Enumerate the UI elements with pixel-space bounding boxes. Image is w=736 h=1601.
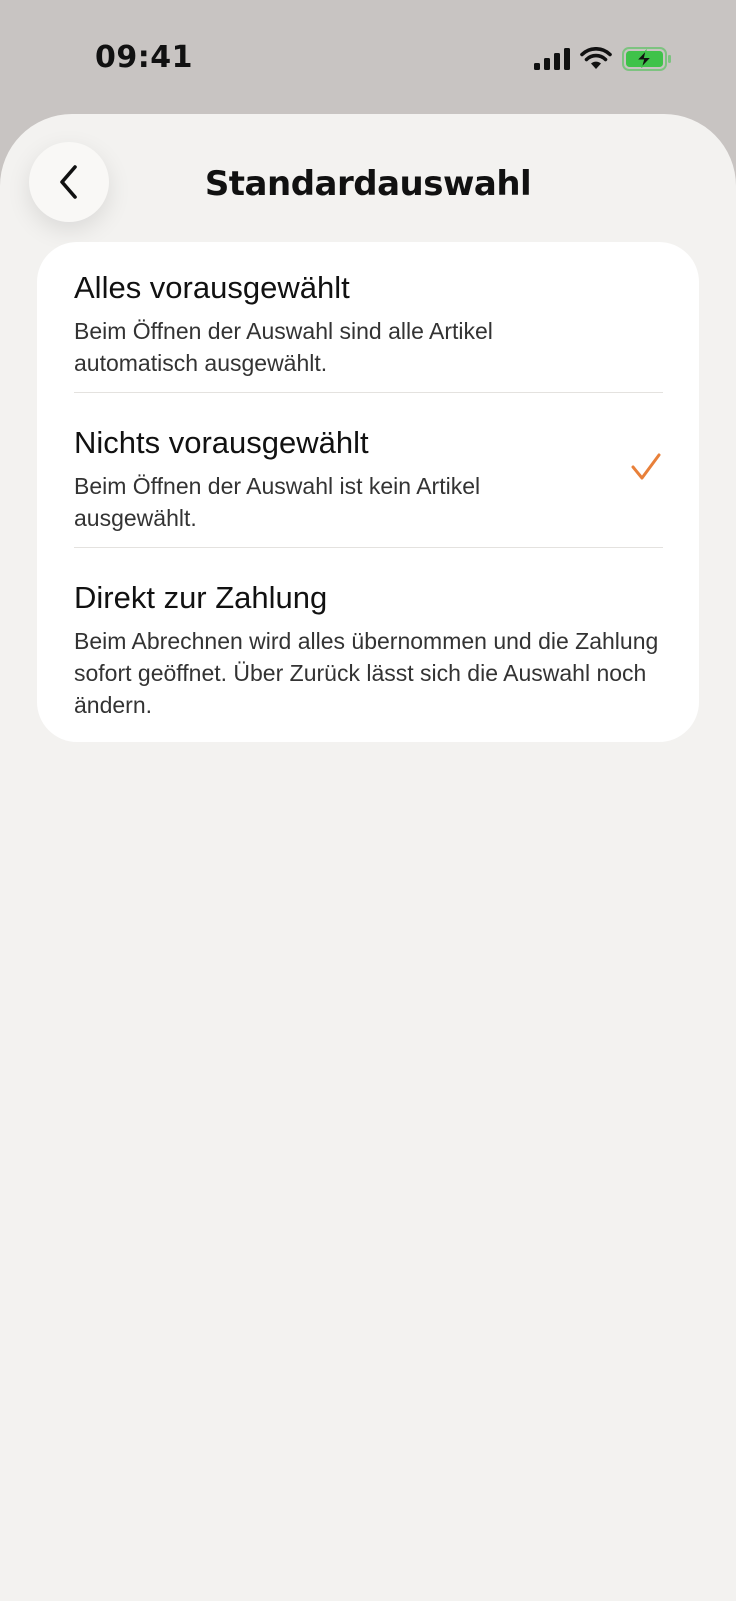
option-title: Nichts vorausgewählt (74, 425, 369, 460)
divider (74, 547, 663, 548)
option-alles-vorausgewaehlt[interactable]: Alles vorausgewählt Beim Öffnen der Ausw… (74, 269, 664, 379)
cellular-signal-icon (534, 48, 570, 70)
wifi-icon (580, 47, 612, 71)
option-title: Direkt zur Zahlung (74, 580, 328, 615)
status-time: 09:41 (95, 40, 193, 75)
options-card: Alles vorausgewählt Beim Öffnen der Ausw… (37, 242, 699, 742)
option-title: Alles vorausgewählt (74, 270, 350, 305)
page-title: Standardauswahl (204, 164, 532, 204)
status-bar: 09:41 (0, 0, 736, 114)
option-description: Beim Öffnen der Auswahl ist kein Artikel… (74, 473, 481, 531)
option-description: Beim Öffnen der Auswahl sind alle Artike… (74, 318, 493, 376)
status-icons (534, 46, 672, 72)
option-nichts-vorausgewaehlt[interactable]: Nichts vorausgewählt Beim Öffnen der Aus… (74, 424, 664, 534)
option-description: Beim Abrechnen wird alles übernommen und… (74, 628, 659, 718)
checkmark-icon (630, 452, 662, 482)
divider (74, 392, 663, 393)
battery-charging-icon (622, 47, 672, 71)
settings-sheet: Standardauswahl Alles vorausgewählt Beim… (0, 114, 736, 1601)
option-direkt-zur-zahlung[interactable]: Direkt zur Zahlung Beim Abrechnen wird a… (74, 579, 664, 721)
